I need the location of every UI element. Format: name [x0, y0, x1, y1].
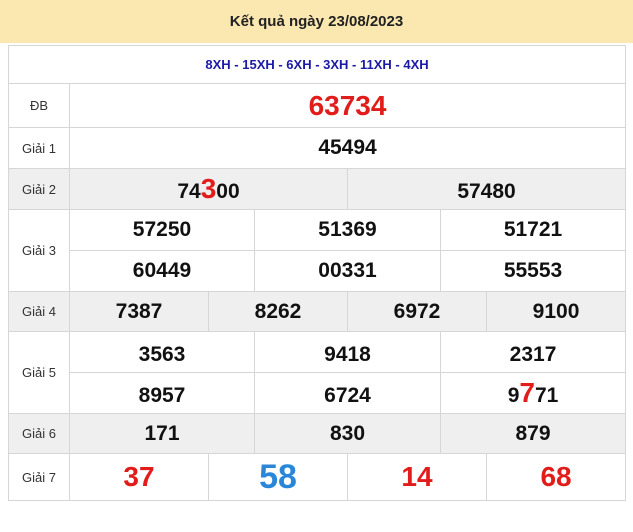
prize-3-row: 60449 00331 55553: [9, 250, 627, 292]
prize-5-number: 9771: [439, 372, 627, 414]
prize-3-number: 51721: [439, 209, 627, 251]
prize-label-6: Giải 6: [8, 413, 70, 454]
prize-label-1: Giải 1: [8, 127, 70, 169]
prize-3-number: 57250: [69, 209, 255, 251]
prize-5-number: 8957: [69, 372, 255, 414]
prize-db-row: ĐB 63734: [8, 83, 627, 128]
result-date-title: Kết quả ngày 23/08/2023: [0, 0, 633, 43]
prize-4-number: 9100: [485, 291, 627, 332]
lottery-result-page: Kết quả ngày 23/08/2023 8XH - 15XH - 6XH…: [0, 0, 633, 532]
prize-label-3: Giải 3: [8, 209, 70, 292]
prize-label-5: Giải 5: [8, 331, 70, 414]
prize-label-4: Giải 4: [8, 291, 70, 332]
highlight-digit: 7: [519, 377, 535, 408]
prize-4-number: 7387: [69, 291, 209, 332]
prize-6-number: 171: [69, 413, 255, 454]
prize-1-number: 45494: [68, 127, 627, 169]
prize-5-row: Giải 5 3563 9418 2317: [8, 331, 627, 414]
prize-3-row: Giải 3 57250 51369 51721: [8, 209, 627, 292]
prize-label-2: Giải 2: [8, 168, 70, 210]
prize-7-number: 14: [347, 453, 487, 501]
draw-codes: 8XH - 15XH - 6XH - 3XH - 11XH - 4XH: [7, 45, 627, 84]
prize-6-number: 830: [254, 413, 441, 454]
prize-5-number: 2317: [439, 331, 627, 373]
prize-2-number: 74300: [69, 168, 348, 210]
prize-5-number: 6724: [254, 372, 441, 414]
prize-7-number: 68: [485, 453, 627, 501]
prize-label-7: Giải 7: [8, 453, 70, 501]
prize-6-row: Giải 6 171 830 879: [8, 413, 627, 454]
highlight-digit: 3: [200, 173, 217, 204]
prize-7-number: 58: [208, 453, 348, 501]
prize-3-number: 60449: [69, 250, 255, 292]
codes-row: 8XH - 15XH - 6XH - 3XH - 11XH - 4XH: [7, 45, 627, 84]
prize-label-db: ĐB: [8, 83, 70, 128]
prize-3-number: 00331: [254, 250, 441, 292]
prize-2-row: Giải 2 74300 57480: [8, 168, 627, 210]
prize-5-row: 8957 6724 9771: [9, 372, 627, 414]
prize-4-number: 6972: [347, 291, 487, 332]
prize-1-row: Giải 1 45494: [8, 127, 627, 169]
prize-7-row: Giải 7 37 58 14 68: [8, 453, 627, 501]
prize-6-number: 879: [439, 413, 627, 454]
prize-4-number: 8262: [208, 291, 348, 332]
prize-2-number: 57480: [346, 168, 627, 210]
result-table: 8XH - 15XH - 6XH - 3XH - 11XH - 4XH ĐB 6…: [7, 45, 627, 501]
prize-3-number: 55553: [439, 250, 627, 292]
prize-4-row: Giải 4 7387 8262 6972 9100: [8, 291, 627, 332]
prize-3-number: 51369: [254, 209, 441, 251]
prize-5-number: 9418: [254, 331, 441, 373]
prize-7-number: 37: [69, 453, 209, 501]
special-prize-number: 63734: [68, 83, 627, 128]
prize-5-number: 3563: [69, 331, 255, 373]
